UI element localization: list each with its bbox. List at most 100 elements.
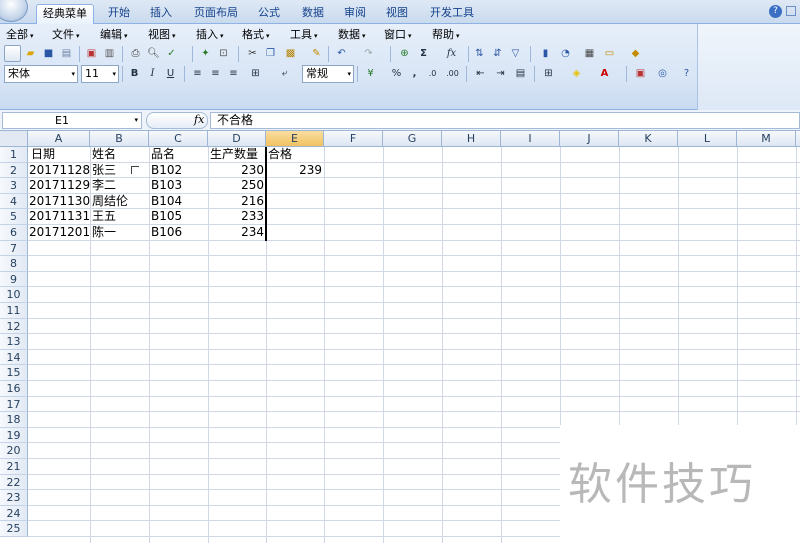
row-header-13[interactable]: 13 — [0, 334, 28, 350]
row-header-14[interactable]: 14 — [0, 349, 28, 366]
cell-b4[interactable]: 周结伦 — [90, 194, 148, 210]
column-header-f[interactable]: F — [324, 131, 383, 147]
cell-d1[interactable]: 生产数量 — [208, 147, 266, 163]
pdf-icon[interactable]: ▣ — [83, 45, 100, 62]
row-header-17[interactable]: 17 — [0, 396, 28, 413]
italic-button[interactable]: I — [144, 65, 161, 82]
column-header-e[interactable]: E — [266, 131, 324, 147]
percent-icon[interactable]: % — [388, 65, 405, 82]
column-header-j[interactable]: J — [560, 131, 619, 147]
row-header-15[interactable]: 15 — [0, 365, 28, 381]
row-header-19[interactable]: 19 — [0, 427, 28, 444]
tab-formulas[interactable]: 公式 — [252, 4, 286, 24]
filter-icon[interactable]: ▽ — [507, 45, 524, 62]
permission-icon[interactable]: ▤ — [58, 45, 75, 62]
chart-icon[interactable]: ▮ — [537, 45, 554, 62]
cell-b1[interactable]: 姓名 — [90, 147, 148, 163]
cell-a4[interactable]: 20171130 — [29, 194, 90, 210]
fill-color-icon[interactable]: ◈ — [568, 65, 585, 82]
column-header-b[interactable]: B — [90, 131, 149, 147]
column-header-g[interactable]: G — [383, 131, 442, 147]
tab-insert[interactable]: 插入 — [144, 4, 178, 24]
column-header-i[interactable]: I — [501, 131, 560, 147]
spelling-icon[interactable]: ✓ — [163, 45, 180, 62]
cell-d3[interactable]: 250 — [208, 178, 266, 194]
increase-decimal-icon[interactable]: .0 — [424, 65, 441, 82]
undo-icon[interactable]: ↶ — [333, 45, 350, 62]
select-all-corner[interactable] — [0, 131, 28, 147]
cell-d6[interactable]: 234 — [208, 225, 266, 241]
align-right-icon[interactable]: ≡ — [225, 65, 242, 82]
new-file-icon[interactable] — [4, 45, 21, 62]
row-header-8[interactable]: 8 — [0, 256, 28, 272]
cell-a1[interactable]: 日期 — [29, 147, 89, 163]
research-icon[interactable]: ✦ — [197, 45, 214, 62]
borders-icon[interactable]: ⊞ — [540, 65, 557, 82]
row-header-25[interactable]: 25 — [0, 521, 28, 537]
row-header-11[interactable]: 11 — [0, 303, 28, 319]
row-header-1[interactable]: 1 — [0, 147, 28, 163]
column-header-l[interactable]: L — [678, 131, 737, 147]
cell-c2[interactable]: B102 — [149, 163, 207, 179]
menu-insert[interactable]: 插入 ▾ — [196, 27, 224, 42]
row-header-20[interactable]: 20 — [0, 443, 28, 459]
underline-button[interactable]: U — [162, 65, 179, 82]
print-icon[interactable]: ⎙ — [127, 45, 144, 62]
textbox-icon[interactable]: ▭ — [601, 45, 618, 62]
bold-button[interactable]: B — [126, 65, 143, 82]
column-header-h[interactable]: H — [442, 131, 501, 147]
row-header-24[interactable]: 24 — [0, 505, 28, 522]
menu-all[interactable]: 全部 ▾ — [6, 27, 34, 42]
autosum-icon[interactable]: Σ — [415, 45, 432, 62]
row-header-5[interactable]: 5 — [0, 209, 28, 225]
menu-format[interactable]: 格式 ▾ — [242, 27, 270, 42]
align-center-icon[interactable]: ≡ — [207, 65, 224, 82]
menu-file[interactable]: 文件 ▾ — [52, 27, 80, 42]
menu-view[interactable]: 视图 ▾ — [148, 27, 176, 42]
tab-page-layout[interactable]: 页面布局 — [188, 4, 244, 24]
cell-b2[interactable]: 张三 — [90, 163, 148, 179]
menu-help[interactable]: 帮助 ▾ — [432, 27, 460, 42]
menu-tools[interactable]: 工具 ▾ — [290, 27, 318, 42]
currency-icon[interactable]: ¥ — [362, 65, 379, 82]
cut-icon[interactable]: ✂ — [244, 45, 261, 62]
row-header-23[interactable]: 23 — [0, 490, 28, 506]
cell-a6[interactable]: 20171201 — [29, 225, 90, 241]
save-icon[interactable]: ■ — [40, 45, 57, 62]
align-left-icon[interactable]: ≡ — [189, 65, 206, 82]
row-header-21[interactable]: 21 — [0, 459, 28, 475]
redo-icon[interactable]: ↷ — [360, 45, 377, 62]
row-header-3[interactable]: 3 — [0, 178, 28, 194]
column-header-c[interactable]: C — [149, 131, 208, 147]
help-icon[interactable]: ? — [769, 5, 782, 18]
formula-input[interactable]: 不合格 — [210, 112, 800, 129]
cell-f2[interactable]: 239 — [266, 163, 324, 179]
hyperlink-icon[interactable]: ⊕ — [396, 45, 413, 62]
increase-indent-icon[interactable]: ⇥ — [492, 65, 509, 82]
cell-c3[interactable]: B103 — [149, 178, 207, 194]
column-header-n[interactable]: N — [796, 131, 800, 147]
column-header-d[interactable]: D — [208, 131, 266, 147]
menu-data[interactable]: 数据 ▾ — [338, 27, 366, 42]
cell-c1[interactable]: 品名 — [149, 147, 207, 163]
tab-developer[interactable]: 开发工具 — [424, 4, 480, 24]
paste-options-icon[interactable] — [131, 166, 139, 174]
row-header-6[interactable]: 6 — [0, 225, 28, 241]
picture-icon[interactable]: ▣ — [632, 65, 649, 82]
preview-icon[interactable]: 🔍︎ — [145, 45, 162, 62]
column-header-m[interactable]: M — [737, 131, 796, 147]
row-header-16[interactable]: 16 — [0, 381, 28, 397]
row-header-22[interactable]: 22 — [0, 474, 28, 491]
drawing-icon[interactable]: ◔ — [557, 45, 574, 62]
row-header-18[interactable]: 18 — [0, 412, 28, 428]
cell-d5[interactable]: 233 — [208, 209, 266, 225]
row-header-2[interactable]: 2 — [0, 162, 28, 179]
cell-c5[interactable]: B105 — [149, 209, 207, 225]
cell-b6[interactable]: 陈一 — [90, 225, 148, 241]
table-icon[interactable]: ▦ — [581, 45, 598, 62]
column-header-a[interactable]: A — [28, 131, 90, 147]
tab-data[interactable]: 数据 — [296, 4, 330, 24]
ribbon-minimize-icon[interactable] — [786, 6, 796, 16]
shapes-icon[interactable]: ◆ — [627, 45, 644, 62]
sort-ascending-icon[interactable]: ⇅ — [471, 45, 488, 62]
